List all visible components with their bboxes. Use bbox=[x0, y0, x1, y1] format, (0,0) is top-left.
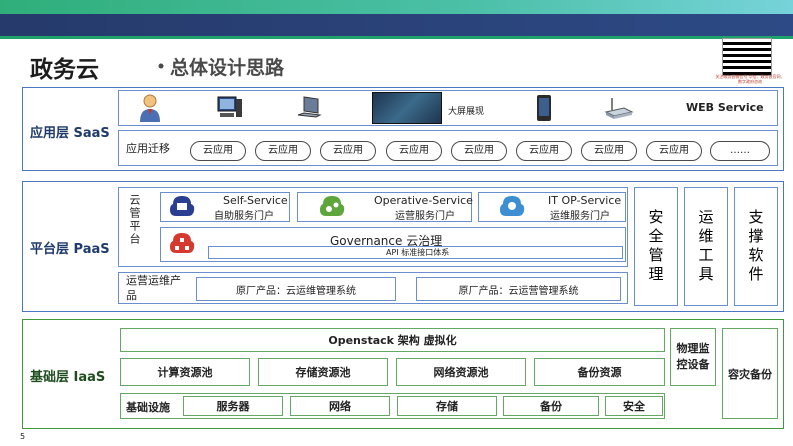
backup-resource-label: 备份资源 bbox=[577, 366, 622, 379]
big-screen-display-icon bbox=[372, 92, 442, 124]
slide-title: 政务云 bbox=[30, 57, 99, 83]
cloud-app-more: …… bbox=[710, 141, 770, 161]
ops-mgmt-system-label: 原厂产品：云运维管理系统 bbox=[236, 285, 356, 297]
qr-caption: 关注政务云微信号 华信、政务云官网、数字政府咨询 bbox=[715, 74, 785, 84]
ops-products-label: 运营运维产品 bbox=[126, 274, 181, 302]
cloud-app-6: 云应用 bbox=[516, 141, 572, 161]
shopping-cart-icon bbox=[170, 196, 195, 216]
user-icon bbox=[140, 94, 160, 122]
backup-resource-box: 备份资源 bbox=[534, 358, 665, 386]
compute-pool-box: 计算资源池 bbox=[120, 358, 250, 386]
web-service-label: WEB Service bbox=[686, 101, 764, 114]
security-mgmt-box: 安全管理 bbox=[634, 187, 678, 306]
infra-storage-box: 存储 bbox=[397, 396, 497, 416]
infrastructure-label: 基础设施 bbox=[126, 401, 170, 414]
itop-service-en: IT OP-Service bbox=[548, 194, 622, 207]
security-mgmt-label: 安全管理 bbox=[646, 208, 665, 285]
infra-security-box: 安全 bbox=[605, 396, 663, 416]
bullet-icon bbox=[158, 63, 164, 69]
slide-subtitle: 总体设计思路 bbox=[170, 57, 285, 79]
header-navy-bar bbox=[0, 14, 793, 36]
app-migration-label: 应用迁移 bbox=[126, 142, 170, 155]
storage-pool-label: 存储资源池 bbox=[295, 366, 351, 379]
operate-mgmt-system-box: 原厂产品：云运营管理系统 bbox=[416, 277, 621, 301]
network-router-icon bbox=[604, 98, 634, 119]
infra-backup-label: 备份 bbox=[540, 400, 562, 413]
self-service-zh: 自助服务门户 bbox=[214, 211, 274, 222]
header-gradient-bar bbox=[0, 0, 793, 14]
cloud-mgmt-label: 云管平台 bbox=[128, 194, 141, 246]
operative-service-zh: 运营服务门户 bbox=[395, 211, 455, 222]
ops-tools-label: 运维工具 bbox=[696, 208, 715, 285]
physical-monitor-box: 物理监控设备 bbox=[670, 328, 716, 386]
cloud-app-7: 云应用 bbox=[581, 141, 637, 161]
laptop-icon bbox=[297, 96, 322, 118]
big-screen-label: 大屏展现 bbox=[448, 107, 485, 117]
ops-mgmt-system-box: 原厂产品：云运维管理系统 bbox=[196, 277, 396, 301]
header-green-line bbox=[0, 36, 793, 39]
cloud-app-2: 云应用 bbox=[255, 141, 311, 161]
operate-mgmt-system-label: 原厂产品：云运营管理系统 bbox=[458, 285, 579, 297]
storage-pool-box: 存储资源池 bbox=[258, 358, 388, 386]
paas-layer-label: 平台层 PaaS bbox=[30, 242, 110, 257]
tablet-icon bbox=[537, 95, 551, 121]
infra-server-label: 服务器 bbox=[216, 400, 250, 413]
compute-pool-label: 计算资源池 bbox=[157, 366, 213, 379]
org-chart-icon bbox=[170, 233, 195, 253]
itop-service-zh: 运维服务门户 bbox=[550, 211, 610, 222]
cloud-app-3: 云应用 bbox=[320, 141, 376, 161]
infra-network-box: 网络 bbox=[290, 396, 390, 416]
network-pool-box: 网络资源池 bbox=[396, 358, 526, 386]
physical-monitor-label: 物理监控设备 bbox=[676, 342, 710, 371]
infra-network-label: 网络 bbox=[329, 400, 351, 413]
iaas-layer-label: 基础层 IaaS bbox=[30, 370, 106, 385]
support-software-box: 支撑软件 bbox=[734, 187, 778, 306]
network-pool-label: 网络资源池 bbox=[433, 366, 489, 379]
cloud-app-1: 云应用 bbox=[190, 141, 246, 161]
cloud-app-4: 云应用 bbox=[386, 141, 442, 161]
operative-service-en: Operative-Service bbox=[374, 194, 473, 207]
api-standard-label: API 标准接口体系 bbox=[386, 248, 450, 257]
disaster-recovery-box: 容灾备份 bbox=[722, 328, 778, 419]
self-service-en: Self-Service bbox=[223, 194, 288, 207]
infra-storage-label: 存储 bbox=[436, 400, 458, 413]
disaster-recovery-label: 容灾备份 bbox=[728, 367, 772, 381]
cloud-app-5: 云应用 bbox=[451, 141, 507, 161]
desktop-computer-icon bbox=[217, 96, 242, 117]
gears-icon bbox=[320, 196, 345, 216]
ops-tools-box: 运维工具 bbox=[684, 187, 728, 306]
support-software-label: 支撑软件 bbox=[746, 208, 765, 285]
openstack-label: Openstack 架构 虚拟化 bbox=[328, 334, 457, 347]
infra-server-box: 服务器 bbox=[183, 396, 283, 416]
openstack-box: Openstack 架构 虚拟化 bbox=[120, 328, 665, 352]
cloud-app-8: 云应用 bbox=[646, 141, 702, 161]
saas-layer-label: 应用层 SaaS bbox=[30, 126, 110, 141]
qr-code-icon bbox=[722, 38, 772, 76]
support-agent-icon bbox=[500, 196, 525, 216]
infra-backup-box: 备份 bbox=[503, 396, 599, 416]
page-number: 5 bbox=[20, 432, 26, 441]
infra-security-label: 安全 bbox=[623, 400, 645, 413]
